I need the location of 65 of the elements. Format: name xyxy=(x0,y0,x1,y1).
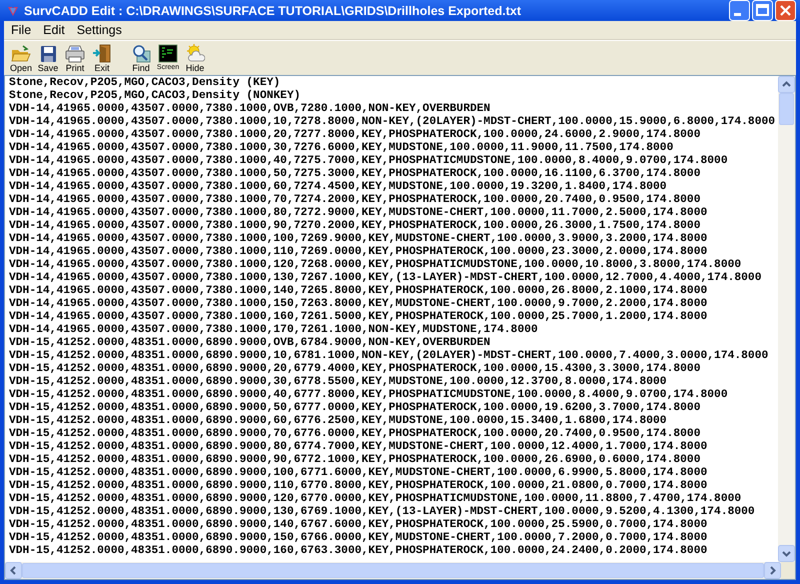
close-button[interactable] xyxy=(775,0,796,21)
toolbar-button[interactable]: Hide xyxy=(182,44,208,73)
text-line: VDH-15,41252.0000,48351.0000,6890.9000,OVB,6784.9000,NON-KEY,OVERBURDEN xyxy=(9,337,492,350)
scroll-up-button[interactable] xyxy=(778,76,795,93)
text-line: VDH-15,41252.0000,48351.0000,6890.9000,20,6779.4000,KEY,PHOSPHATEROCK,100.0000,15.4300,3.3000,174.8000 xyxy=(9,363,702,376)
text-line: VDH-14,41965.0000,43507.0000,7380.1000,170,7261.1000,NON-KEY,MUDSTONE,174.8000 xyxy=(9,324,539,337)
scroll-left-button[interactable] xyxy=(5,562,22,579)
sun-cloud-icon xyxy=(185,44,205,63)
scroll-down-button[interactable] xyxy=(778,545,795,562)
text-line: VDH-15,41252.0000,48351.0000,6890.9000,80,6774.7000,KEY,MUDSTONE-CHERT,100.0000,12.4000,1.7000,174.8000 xyxy=(9,441,708,454)
text-line: VDH-14,41965.0000,43507.0000,7380.1000,160,7261.5000,KEY,PHOSPHATEROCK,100.0000,25.7000,1.2000,174.8000 xyxy=(9,311,708,324)
vertical-scrollbar[interactable] xyxy=(778,76,795,562)
text-line: VDH-15,41252.0000,48351.0000,6890.9000,50,6777.0000,KEY,PHOSPHATEROCK,100.0000,19.6200,3.7000,174.8000 xyxy=(9,402,702,415)
text-line: VDH-15,41252.0000,48351.0000,6890.9000,10,6781.1000,NON-KEY,(20LAYER)-MDST-CHERT,100.0000,7.4000,3.0000,174.8000 xyxy=(9,350,770,363)
text-line: VDH-14,41965.0000,43507.0000,7380.1000,80,7272.9000,KEY,MUDSTONE-CHERT,100.0000,11.7000,2.5000,174.8000 xyxy=(9,207,708,220)
text-line: VDH-15,41252.0000,48351.0000,6890.9000,120,6770.0000,KEY,PHOSPHATICMUDSTONE,100.0000,11.8800,7.4700,174.8000 xyxy=(9,493,742,506)
text-line: VDH-15,41252.0000,48351.0000,6890.9000,140,6767.6000,KEY,PHOSPHATEROCK,100.0000,25.5900,0.7000,174.8000 xyxy=(9,519,708,532)
text-line: VDH-14,41965.0000,43507.0000,7380.1000,20,7277.8000,KEY,PHOSPHATEROCK,100.0000,24.6000,2.9000,174.8000 xyxy=(9,129,702,142)
toolbar-button[interactable]: Exit xyxy=(89,44,115,73)
text-line: VDH-15,41252.0000,48351.0000,6890.9000,160,6763.3000,KEY,PHOSPHATEROCK,100.0000,24.2400,0.2000,174.8000 xyxy=(9,545,708,558)
text-line: VDH-14,41965.0000,43507.0000,7380.1000,50,7275.3000,KEY,PHOSPHATEROCK,100.0000,16.1100,6.3700,174.8000 xyxy=(9,168,702,181)
scroll-thumb[interactable] xyxy=(779,93,794,125)
size-grip[interactable] xyxy=(781,562,795,579)
door-exit-icon xyxy=(92,44,112,63)
text-line: VDH-15,41252.0000,48351.0000,6890.9000,110,6770.8000,KEY,PHOSPHATEROCK,100.0000,21.0800,0.7000,174.8000 xyxy=(9,480,708,493)
maximize-button[interactable] xyxy=(752,0,773,21)
menu-item[interactable]: Edit xyxy=(38,23,72,37)
text-line: VDH-15,41252.0000,48351.0000,6890.9000,40,6777.8000,KEY,PHOSPHATICMUDSTONE,100.0000,8.4000,9.0700,174.8000 xyxy=(9,389,729,402)
text-line: VDH-14,41965.0000,43507.0000,7380.1000,120,7268.0000,KEY,PHOSPHATICMUDSTONE,100.0000,10.8000,3.8000,174.8000 xyxy=(9,259,742,272)
text-line: VDH-14,41965.0000,43507.0000,7380.1000,30,7276.6000,KEY,MUDSTONE,100.0000,11.9000,11.7500,174.8000 xyxy=(9,142,674,155)
terminal-screen-icon xyxy=(158,44,178,63)
magnifier-icon xyxy=(131,44,151,63)
text-line: VDH-14,41965.0000,43507.0000,7380.1000,90,7270.2000,KEY,PHOSPHATEROCK,100.0000,26.3000,1.7500,174.8000 xyxy=(9,220,702,233)
text-line: VDH-15,41252.0000,48351.0000,6890.9000,150,6766.0000,KEY,MUDSTONE-CHERT,100.0000,7.2000,0.7000,174.8000 xyxy=(9,532,708,545)
toolbar-button[interactable]: Print xyxy=(62,44,88,73)
scroll-thumb[interactable] xyxy=(22,563,764,578)
text-line: VDH-14,41965.0000,43507.0000,7380.1000,150,7263.8000,KEY,MUDSTONE-CHERT,100.0000,9.7000,2.2000,174.8000 xyxy=(9,298,708,311)
text-line: VDH-14,41965.0000,43507.0000,7380.1000,60,7274.4500,KEY,MUDSTONE,100.0000,19.3200,1.8400,174.8000 xyxy=(9,181,668,194)
text-line: VDH-15,41252.0000,48351.0000,6890.9000,70,6776.0000,KEY,PHOSPHATEROCK,100.0000,20.7400,0.9500,174.8000 xyxy=(9,428,702,441)
text-line: Stone,Recov,P2O5,MGO,CACO3,Density (KEY) xyxy=(9,77,282,90)
text-line: VDH-15,41252.0000,48351.0000,6890.9000,90,6772.1000,KEY,PHOSPHATEROCK,100.0000,26.6900,0.6000,174.8000 xyxy=(9,454,702,467)
text-line: VDH-14,41965.0000,43507.0000,7380.1000,10,7278.8000,NON-KEY,(20LAYER)-MDST-CHERT,100.0000,15.9000,6.8000,174.8000 xyxy=(9,116,776,129)
text-line: VDH-14,41965.0000,43507.0000,7380.1000,70,7274.2000,KEY,PHOSPHATEROCK,100.0000,20.7400,0.9500,174.8000 xyxy=(9,194,702,207)
text-line: VDH-14,41965.0000,43507.0000,7380.1000,100,7269.9000,KEY,MUDSTONE-CHERT,100.0000,3.9000,3.2000,174.8000 xyxy=(9,233,708,246)
toolbar-button[interactable]: Save xyxy=(35,44,61,73)
text-line: VDH-14,41965.0000,43507.0000,7380.1000,130,7267.1000,KEY,(13-LAYER)-MDST-CHERT,100.0000,12.7000,4.4000,174.8000 xyxy=(9,272,762,285)
scroll-right-button[interactable] xyxy=(764,562,781,579)
text-line: VDH-14,41965.0000,43507.0000,7380.1000,140,7265.8000,KEY,PHOSPHATEROCK,100.0000,26.8000,2.1000,174.8000 xyxy=(9,285,708,298)
horizontal-scrollbar[interactable] xyxy=(5,562,795,579)
toolbar-button[interactable]: Open xyxy=(8,44,34,73)
text-line: Stone,Recov,P2O5,MGO,CACO3,Density (NONKEY) xyxy=(9,90,302,103)
printer-icon xyxy=(65,44,85,63)
menu-item[interactable]: Settings xyxy=(72,23,129,37)
window-title: SurvCADD Edit : C:\DRAWINGS\SURFACE TUTORIAL\GRIDS\Drillholes Exported.txt xyxy=(24,4,522,18)
text-line: VDH-15,41252.0000,48351.0000,6890.9000,60,6776.2500,KEY,MUDSTONE,100.0000,15.3400,1.6800,174.8000 xyxy=(9,415,668,428)
text-line: VDH-15,41252.0000,48351.0000,6890.9000,30,6778.5500,KEY,MUDSTONE,100.0000,12.3700,8.0000,174.8000 xyxy=(9,376,668,389)
menu-item[interactable]: File xyxy=(6,23,38,37)
minimize-button[interactable] xyxy=(729,0,750,21)
toolbar-button[interactable]: Find xyxy=(128,44,154,73)
text-line: VDH-14,41965.0000,43507.0000,7380.1000,40,7275.7000,KEY,PHOSPHATICMUDSTONE,100.0000,8.4000,9.0700,174.8000 xyxy=(9,155,729,168)
text-line: VDH-15,41252.0000,48351.0000,6890.9000,130,6769.1000,KEY,(13-LAYER)-MDST-CHERT,100.0000,9.5200,4.1300,174.8000 xyxy=(9,506,756,519)
text-line: VDH-14,41965.0000,43507.0000,7380.1000,OVB,7280.1000,NON-KEY,OVERBURDEN xyxy=(9,103,492,116)
text-line: VDH-14,41965.0000,43507.0000,7380.1000,110,7269.0000,KEY,PHOSPHATEROCK,100.0000,23.3000,2.0000,174.8000 xyxy=(9,246,708,259)
folder-icon xyxy=(11,44,31,63)
text-line: VDH-15,41252.0000,48351.0000,6890.9000,100,6771.6000,KEY,MUDSTONE-CHERT,100.0000,6.9900,5.8000,174.8000 xyxy=(9,467,708,480)
